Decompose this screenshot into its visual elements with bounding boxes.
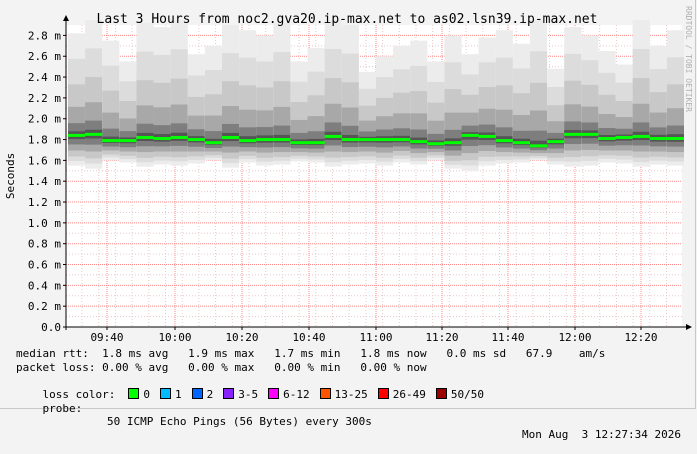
chart-title: Last 3 Hours from noc2.gva20.ip-max.net …: [97, 12, 598, 27]
y-tick-label: 1.4 m: [28, 175, 61, 188]
y-tick-label: 2.2 m: [28, 92, 61, 105]
x-tick-label: 09:40: [90, 331, 123, 344]
median-point: [666, 137, 684, 141]
median-point: [273, 138, 291, 142]
median-point: [564, 132, 582, 136]
y-tick-label: 0.8 m: [28, 238, 61, 251]
median-point: [393, 138, 411, 142]
x-tick-label: 11:00: [359, 331, 392, 344]
probe-info: probe: 50 ICMP Echo Pings (56 Bytes) eve…: [16, 389, 682, 454]
median-point: [204, 141, 222, 145]
median-point: [427, 142, 445, 146]
y-axis-arrow: [63, 15, 69, 21]
y-tick-label: 2.6 m: [28, 50, 61, 63]
median-rtt-stats: median rtt: 1.8 ms avg 1.9 ms max 1.7 ms…: [16, 347, 606, 360]
median-point: [341, 138, 359, 142]
median-point: [85, 132, 103, 136]
median-point: [632, 134, 650, 138]
smokeping-graph: 0.0 0.2 m 0.4 m 0.6 m 0.8 m 1.0 m 1.2 m 1.4 m 1.…: [0, 0, 696, 441]
x-tick-label: 11:20: [425, 331, 458, 344]
median-point: [649, 137, 667, 141]
median-point: [290, 141, 308, 145]
median-point: [598, 137, 616, 141]
x-tick-label: 10:40: [292, 331, 325, 344]
latency-chart: 0.0 0.2 m 0.4 m 0.6 m 0.8 m 1.0 m 1.2 m 1.4 m 1.…: [4, 6, 693, 344]
packet-loss-stats: packet loss: 0.00 % avg 0.00 % max 0.00 …: [16, 361, 427, 374]
median-point: [444, 141, 462, 145]
x-tick-labels: 09:40 10:00 10:20 10:40 11:00 11:20 11:40 12:00…: [90, 331, 657, 344]
median-point: [358, 138, 376, 142]
y-tick-label: 2.8 m: [28, 29, 61, 42]
x-axis-arrow: [686, 324, 692, 330]
y-tick-label: 1.8 m: [28, 134, 61, 147]
y-tick-label: 0.2 m: [28, 300, 61, 313]
y-tick-labels: 0.0 0.2 m 0.4 m 0.6 m 0.8 m 1.0 m 1.2 m 1.4 m 1.…: [28, 29, 61, 334]
graph-timestamp: Mon Aug 3 12:27:34 2026: [522, 428, 681, 441]
median-point: [461, 133, 479, 137]
y-tick-label: 0.0: [41, 321, 61, 334]
y-tick-label: 2.4 m: [28, 71, 61, 84]
median-point: [222, 135, 240, 139]
y-tick-label: 1.2 m: [28, 196, 61, 209]
y-tick-label: 0.6 m: [28, 259, 61, 272]
probe-description: 50 ICMP Echo Pings (56 Bytes) every 300s: [107, 415, 372, 428]
median-point: [307, 141, 325, 145]
y-tick-label: 0.4 m: [28, 279, 61, 292]
rrdtool-watermark: RRDTOOL / TOBI OETIKER: [684, 6, 693, 112]
median-point: [495, 139, 513, 143]
median-point: [581, 132, 599, 136]
y-tick-label: 1.0 m: [28, 217, 61, 230]
median-point: [68, 133, 86, 137]
x-tick-label: 12:20: [624, 331, 657, 344]
median-point: [512, 141, 530, 145]
probe-label: probe:: [42, 402, 83, 415]
median-point: [256, 138, 274, 142]
x-tick-label: 10:00: [158, 331, 191, 344]
median-point: [187, 138, 205, 142]
median-point: [136, 135, 154, 139]
median-point: [530, 144, 548, 148]
x-tick-label: 11:40: [491, 331, 524, 344]
median-point: [376, 138, 394, 142]
median-point: [410, 140, 428, 144]
median-point: [239, 139, 257, 143]
y-axis-label: Seconds: [4, 153, 17, 199]
median-point: [153, 137, 171, 141]
y-tick-label: 1.6 m: [28, 154, 61, 167]
median-point: [119, 139, 137, 143]
median-point: [102, 139, 120, 143]
median-point: [324, 134, 342, 138]
median-point: [615, 135, 633, 139]
x-tick-label: 12:00: [558, 331, 591, 344]
y-tick-label: 2.0 m: [28, 113, 61, 126]
x-tick-label: 10:20: [225, 331, 258, 344]
median-point: [478, 134, 496, 138]
median-point: [170, 135, 188, 139]
median-point: [547, 140, 565, 144]
